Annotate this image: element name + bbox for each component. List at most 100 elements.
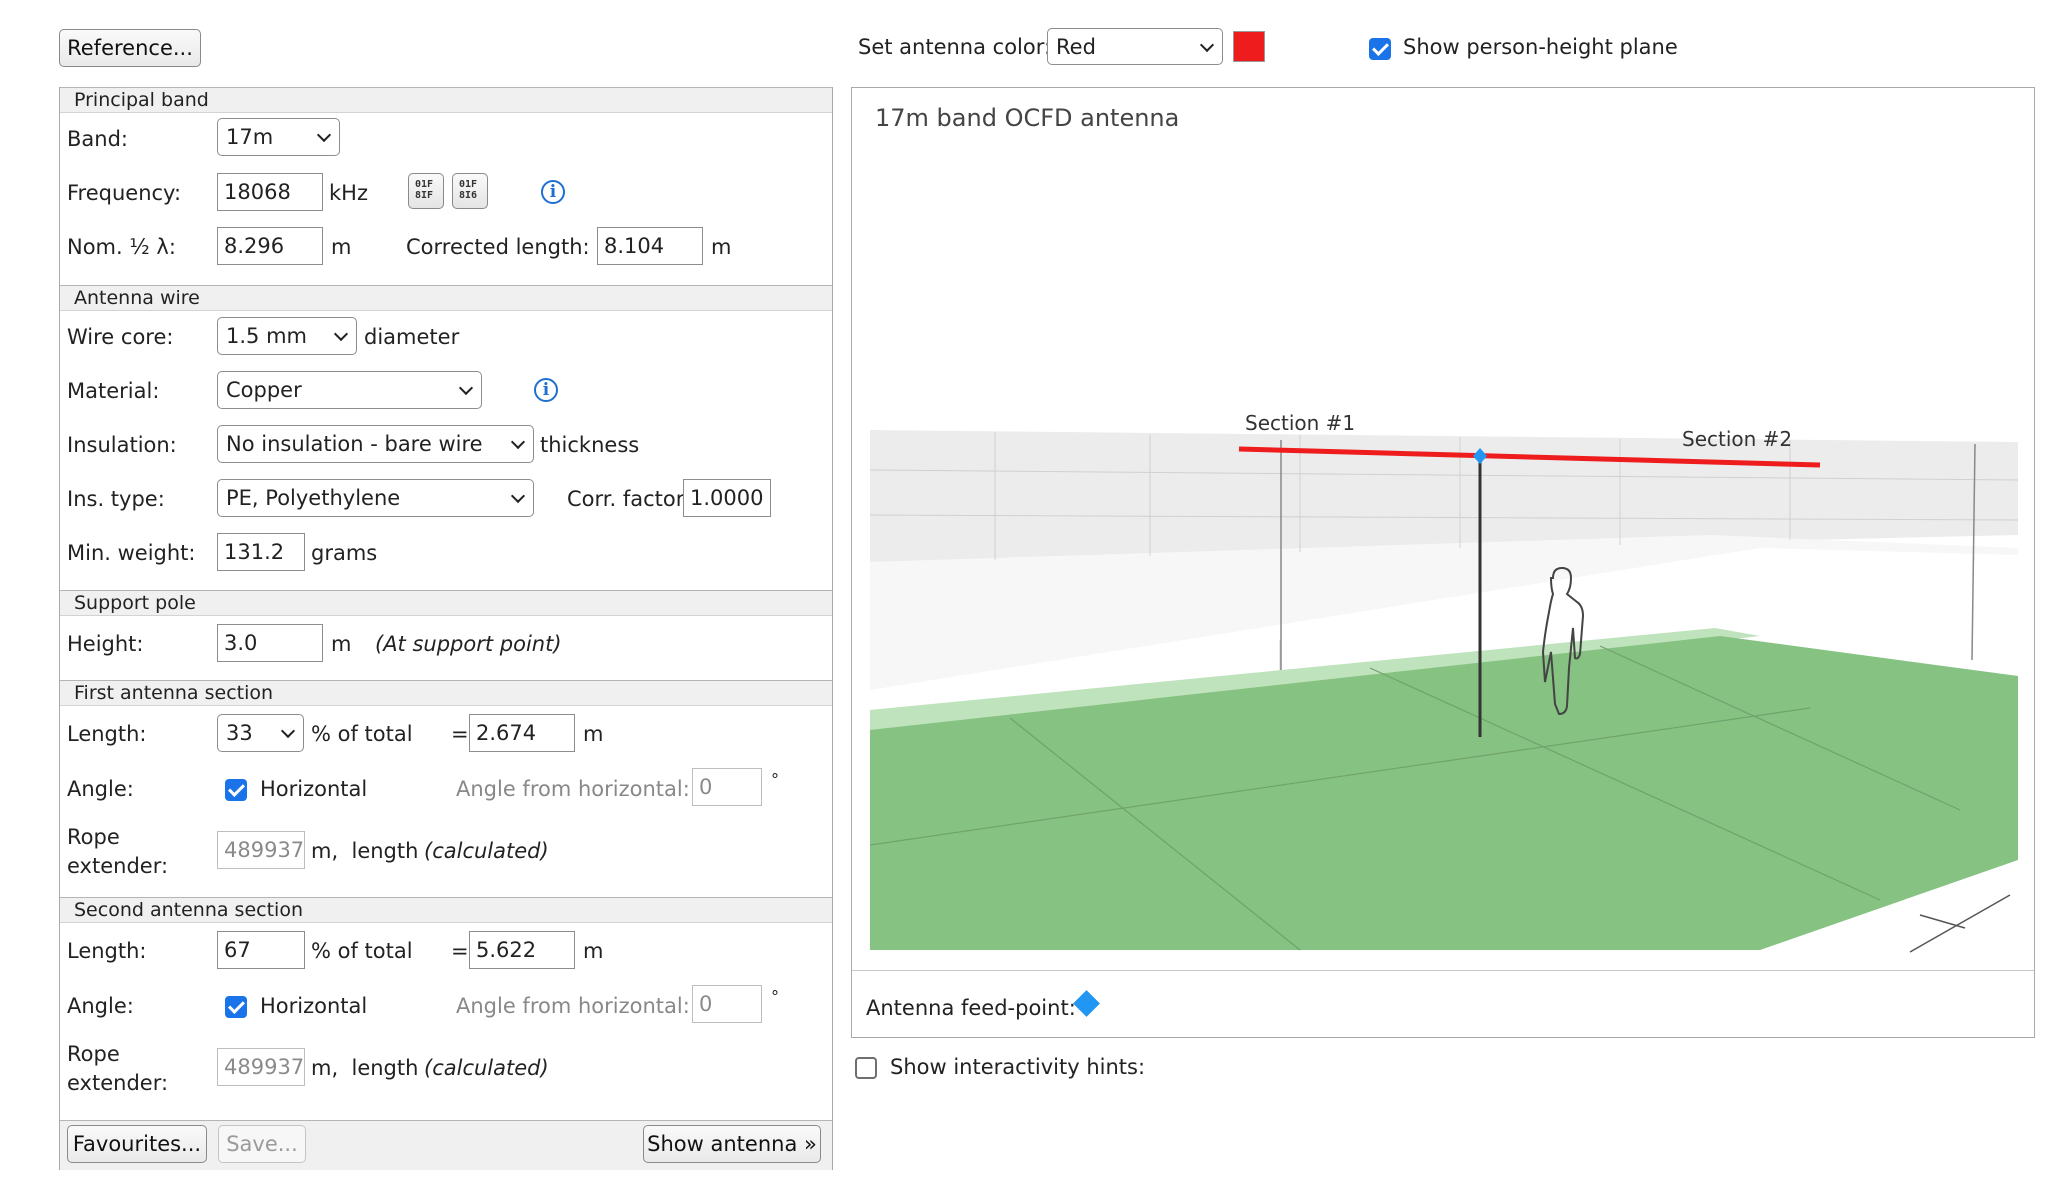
binary-convert-alt-icon[interactable]: 01F 8I6 (452, 173, 488, 209)
s1-rope-unit: m, length (311, 839, 419, 863)
s1-equals: = (451, 722, 469, 746)
s2-rope-unit: m, length (311, 1056, 419, 1080)
pole-height-unit: m (331, 632, 352, 656)
antenna-3d-scene[interactable]: Section #1 Section #2 (852, 88, 2034, 968)
chevron-down-icon (1199, 37, 1215, 52)
s2-rope-label-line2: extender: (67, 1071, 169, 1095)
frequency-input[interactable]: 18068 (217, 173, 323, 211)
min-weight-label: Min. weight: (67, 541, 196, 565)
s1-degree-symbol: ° (771, 770, 779, 789)
section-header-first: First antenna section (60, 680, 832, 706)
s1-horizontal-label: Horizontal (260, 777, 368, 801)
s1-length-m-unit: m (583, 722, 604, 746)
corr-factor-label: Corr. factor: (567, 487, 692, 511)
material-label: Material: (67, 379, 160, 403)
pole-height-note: (At support point) (375, 632, 562, 656)
favourites-button[interactable]: Favourites... (67, 1125, 207, 1163)
ground-plane (870, 636, 2018, 950)
chevron-down-icon (510, 488, 526, 504)
insulation-select[interactable]: No insulation - bare wire (217, 425, 534, 463)
person-plane-checkbox[interactable] (1369, 38, 1391, 60)
corrected-length-unit: m (711, 235, 732, 259)
s2-angle-input[interactable]: 0 (692, 985, 762, 1023)
insulation-suffix: thickness (540, 433, 640, 457)
chevron-down-icon (458, 380, 474, 396)
pole-height-input[interactable]: 3.0 (217, 624, 323, 662)
s1-angle-label: Angle: (67, 777, 134, 801)
wire-core-suffix: diameter (364, 325, 460, 349)
antenna-color-swatch[interactable] (1233, 31, 1265, 62)
pole-height-label: Height: (67, 632, 144, 656)
chevron-down-icon (316, 127, 332, 143)
s1-length-m-input[interactable]: 2.674 (469, 714, 575, 752)
antenna-color-select[interactable]: Red (1047, 28, 1223, 65)
nominal-half-wave-label: Nom. ½ λ: (67, 235, 176, 259)
view-divider (852, 970, 2034, 971)
chevron-down-icon (280, 723, 296, 739)
interactivity-hints-label: Show interactivity hints: (890, 1055, 1146, 1079)
s2-length-input[interactable]: 67 (217, 931, 305, 969)
s2-length-m-input[interactable]: 5.622 (469, 931, 575, 969)
s1-length-select[interactable]: 33 (217, 714, 304, 752)
band-label: Band: (67, 127, 128, 151)
s2-equals: = (451, 939, 469, 963)
wire-core-select[interactable]: 1.5 mm (217, 317, 357, 355)
s2-horizontal-checkbox[interactable] (225, 996, 247, 1018)
corrected-length-input[interactable]: 8.104 (597, 227, 703, 265)
section-header-pole: Support pole (60, 590, 832, 616)
s2-rope-label-line1: Rope (67, 1042, 120, 1066)
s1-length-value: 33 (226, 721, 253, 745)
insulation-type-label: Ins. type: (67, 487, 165, 511)
s2-angle-from-label: Angle from horizontal: (456, 994, 690, 1018)
s2-rope-note: (calculated) (424, 1056, 549, 1080)
insulation-label: Insulation: (67, 433, 177, 457)
s2-length-m-unit: m (583, 939, 604, 963)
save-button: Save... (218, 1125, 306, 1163)
s1-angle-from-label: Angle from horizontal: (456, 777, 690, 801)
s2-degree-symbol: ° (771, 987, 779, 1006)
binary-convert-icon[interactable]: 01F 8IF (408, 173, 444, 209)
s1-rope-label-line2: extender: (67, 854, 169, 878)
min-weight-unit: grams (311, 541, 378, 565)
s1-rope-note: (calculated) (424, 839, 549, 863)
material-info-icon[interactable]: i (534, 378, 558, 402)
corrected-length-label: Corrected length: (406, 235, 590, 259)
corr-factor-input[interactable]: 1.0000 (683, 479, 771, 517)
show-antenna-button[interactable]: Show antenna » (643, 1125, 821, 1163)
s2-rope-input[interactable]: 489937 (217, 1048, 305, 1086)
s2-length-label: Length: (67, 939, 147, 963)
min-weight-input[interactable]: 131.2 (217, 533, 305, 571)
s2-horizontal-label: Horizontal (260, 994, 368, 1018)
wire-core-label: Wire core: (67, 325, 174, 349)
chevron-down-icon (510, 434, 526, 450)
frequency-label: Frequency: (67, 181, 182, 205)
s2-percent-label: % of total (311, 939, 413, 963)
s1-angle-input[interactable]: 0 (692, 768, 762, 806)
person-plane-label: Show person-height plane (1403, 35, 1678, 59)
nominal-half-wave-input[interactable]: 8.296 (217, 227, 323, 265)
s1-rope-input[interactable]: 489937 (217, 831, 305, 869)
insulation-type-select[interactable]: PE, Polyethylene (217, 479, 534, 517)
reference-button[interactable]: Reference... (59, 29, 201, 67)
interactivity-hints-checkbox[interactable] (855, 1057, 877, 1079)
s1-percent-label: % of total (311, 722, 413, 746)
s1-length-label: Length: (67, 722, 147, 746)
material-select[interactable]: Copper (217, 371, 482, 409)
section-2-label: Section #2 (1682, 427, 1792, 451)
s1-rope-label-line1: Rope (67, 825, 120, 849)
insulation-value: No insulation - bare wire (226, 432, 483, 456)
antenna-color-value: Red (1056, 34, 1096, 59)
section-header-second: Second antenna section (60, 897, 832, 923)
antenna-color-label: Set antenna color: (858, 35, 1052, 59)
material-value: Copper (226, 378, 302, 402)
section-header-wire: Antenna wire (60, 285, 832, 311)
frequency-unit: kHz (329, 181, 368, 205)
frequency-info-icon[interactable]: i (541, 180, 565, 204)
s1-horizontal-checkbox[interactable] (225, 779, 247, 801)
insulation-type-value: PE, Polyethylene (226, 486, 401, 510)
band-value: 17m (226, 125, 274, 149)
chevron-down-icon (333, 326, 349, 342)
section-1-label: Section #1 (1245, 411, 1355, 435)
band-select[interactable]: 17m (217, 118, 340, 156)
section-header-principal: Principal band (60, 87, 832, 113)
